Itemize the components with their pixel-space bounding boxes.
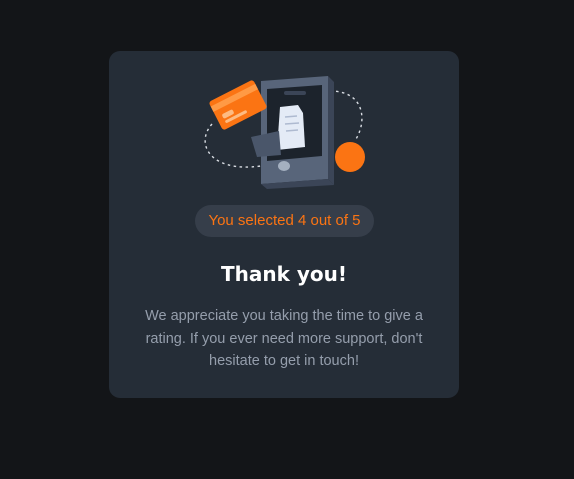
rating-selection-badge: You selected 4 out of 5 [195,205,374,237]
thank-you-message: We appreciate you taking the time to giv… [145,308,423,369]
phone-payment-illustration [204,76,365,189]
thank-you-card: You selected 4 out of 5 Thank you! We ap… [109,51,459,398]
thank-you-title: Thank you! [220,262,347,286]
